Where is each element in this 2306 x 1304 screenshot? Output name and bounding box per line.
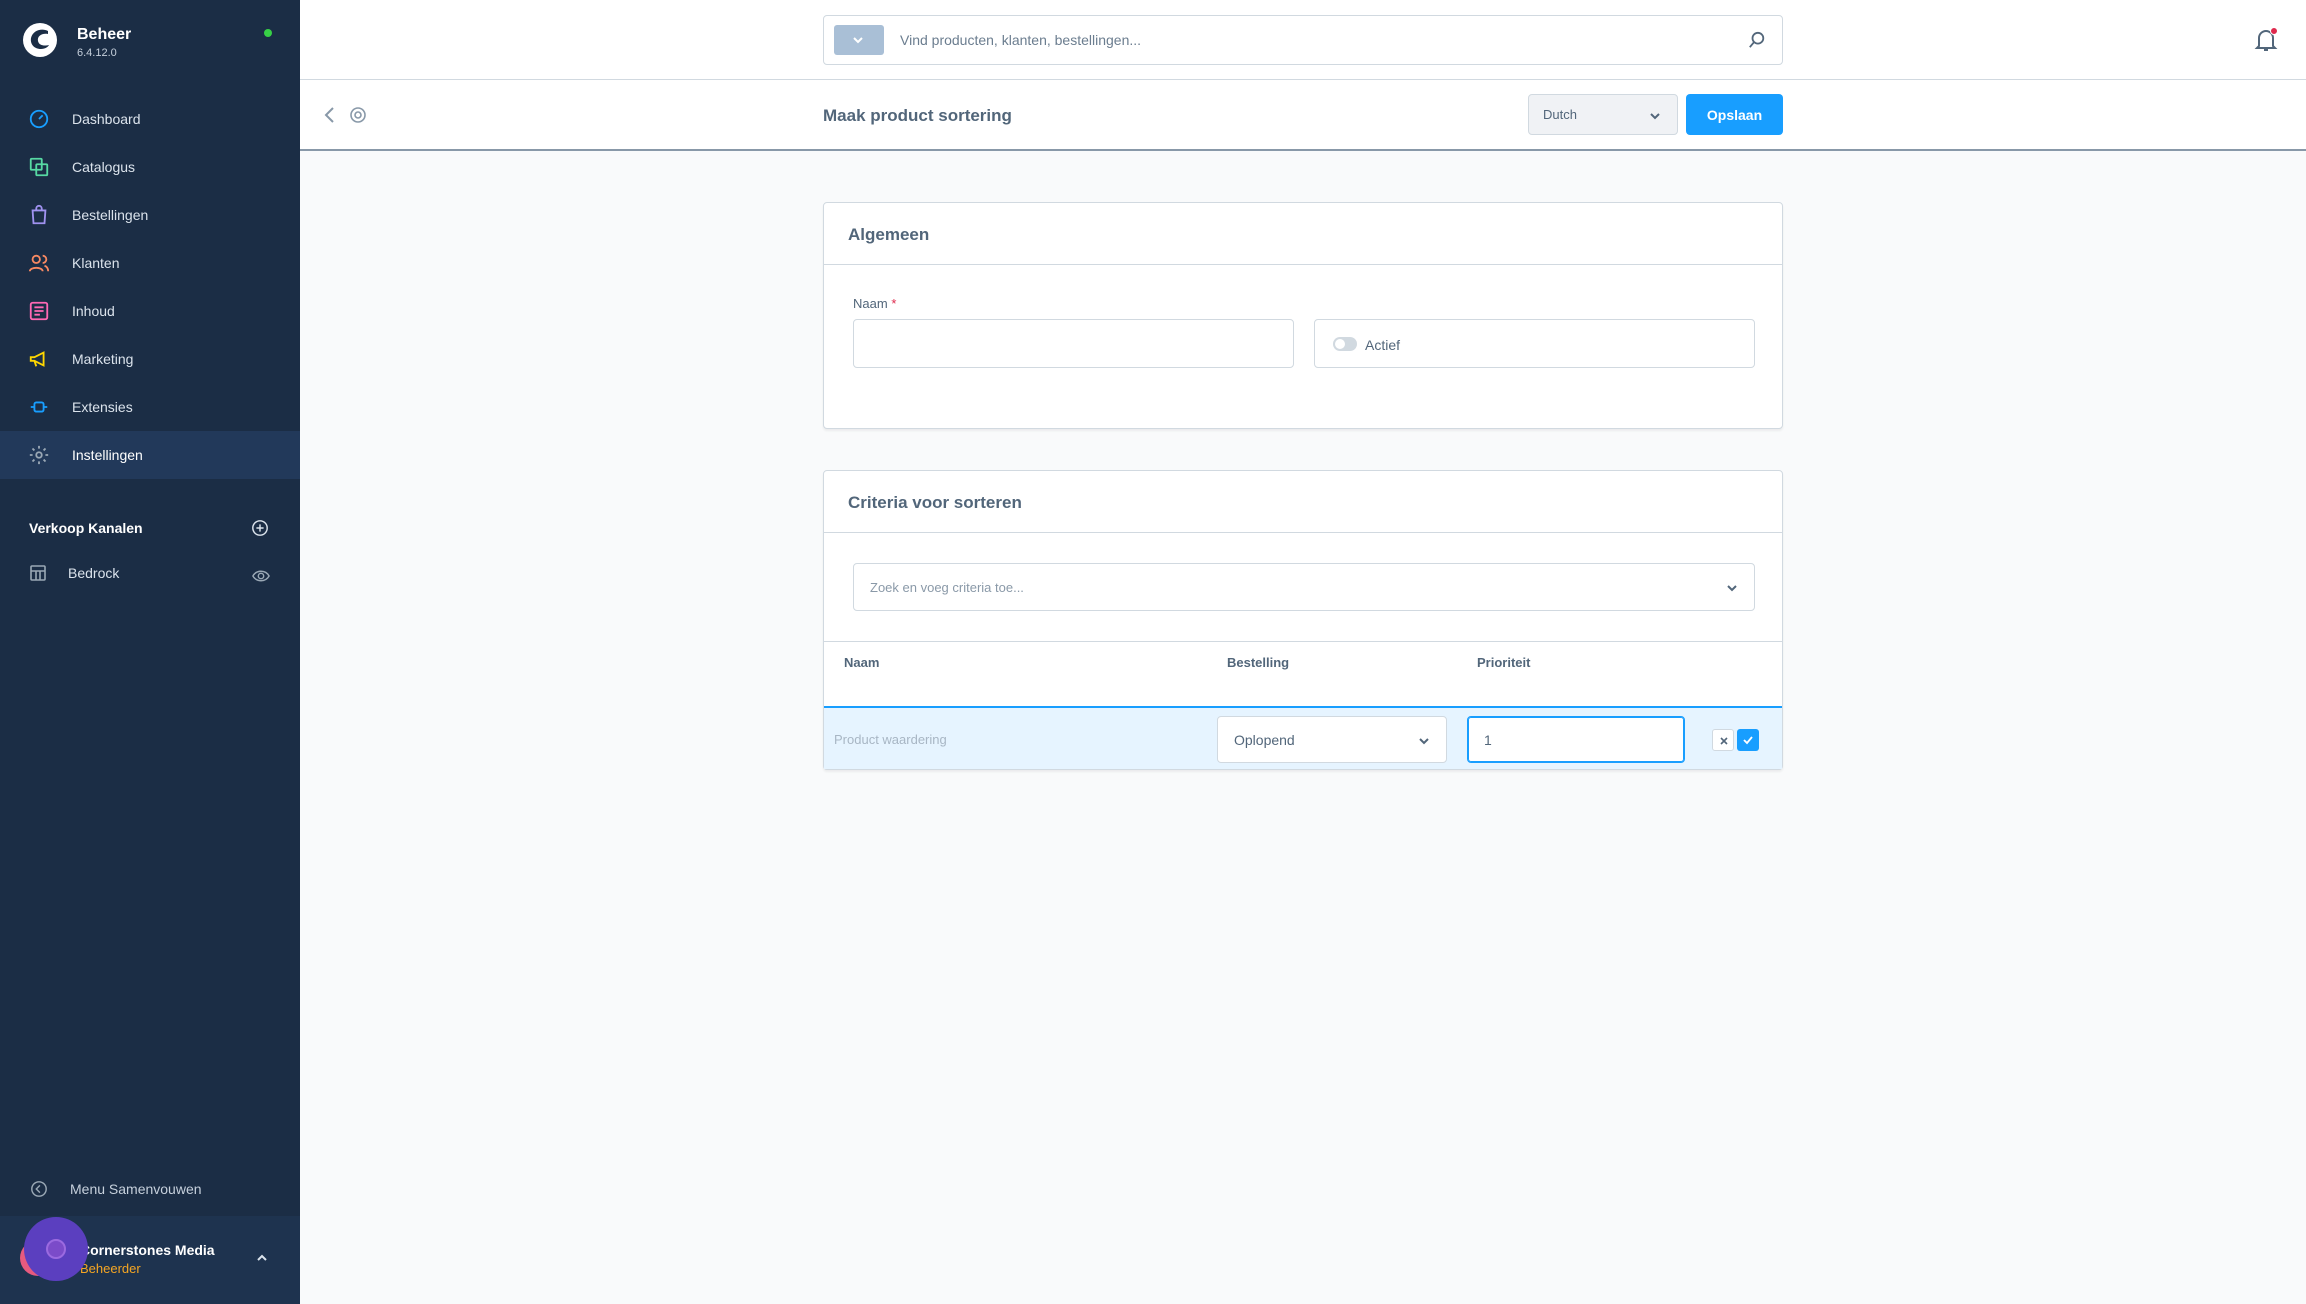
page-title: Maak product sortering bbox=[823, 106, 1012, 125]
brand-title: Beheer bbox=[77, 26, 132, 43]
admin-sidebar: Beheer 6.4.12.0 Dashboard Catalogus Best… bbox=[0, 0, 300, 1304]
criteria-search-placeholder: Zoek en voeg criteria toe... bbox=[870, 580, 1024, 595]
search-icon[interactable] bbox=[1748, 31, 1766, 49]
column-header-priority[interactable]: Prioriteit bbox=[1477, 655, 1530, 670]
criteria-table-header: Naam Bestelling Prioriteit bbox=[824, 641, 1782, 676]
nav-label: Marketing bbox=[72, 351, 134, 367]
shopware-logo-icon[interactable] bbox=[22, 22, 58, 58]
gear-icon bbox=[29, 445, 49, 465]
column-header-order[interactable]: Bestelling bbox=[1227, 655, 1289, 670]
order-direction-select[interactable]: Oplopend bbox=[1217, 716, 1447, 763]
cancel-inline-edit-button[interactable] bbox=[1712, 729, 1734, 751]
card-title: Criteria voor sorteren bbox=[848, 493, 1022, 512]
card-divider bbox=[824, 532, 1782, 533]
version-label: 6.4.12.0 bbox=[77, 47, 117, 59]
nav-label: Instellingen bbox=[72, 447, 143, 463]
catalog-icon bbox=[29, 157, 49, 177]
collapse-menu-button[interactable]: Menu Samenvouwen bbox=[30, 1180, 202, 1198]
customers-icon bbox=[28, 254, 50, 272]
sorting-criteria-card: Criteria voor sorteren Zoek en voeg crit… bbox=[823, 470, 1783, 770]
name-field-label: Naam * bbox=[853, 296, 897, 311]
content-icon bbox=[29, 301, 49, 321]
chevron-down-icon bbox=[1650, 113, 1660, 120]
global-search bbox=[823, 15, 1783, 65]
help-assistant-button[interactable] bbox=[24, 1217, 88, 1281]
general-card: Algemeen Naam * Actief bbox=[823, 202, 1783, 429]
card-divider bbox=[824, 264, 1782, 265]
chevron-down-icon bbox=[1727, 585, 1737, 592]
table-row[interactable]: Product waardering Oplopend bbox=[824, 706, 1782, 769]
nav-item-dashboard[interactable]: Dashboard bbox=[0, 95, 300, 143]
confirm-inline-edit-button[interactable] bbox=[1737, 729, 1759, 751]
sales-channels-heading: Verkoop Kanalen bbox=[29, 520, 143, 536]
name-field[interactable] bbox=[853, 319, 1294, 368]
required-mark: * bbox=[891, 296, 897, 311]
gear-icon[interactable] bbox=[348, 105, 368, 125]
chevron-down-icon bbox=[853, 37, 863, 44]
save-button[interactable]: Opslaan bbox=[1686, 94, 1783, 135]
collapse-label: Menu Samenvouwen bbox=[70, 1181, 202, 1197]
nav-label: Dashboard bbox=[72, 111, 141, 127]
nav-item-customers[interactable]: Klanten bbox=[0, 239, 300, 287]
language-value: Dutch bbox=[1543, 107, 1577, 122]
user-name: Cornerstones Media bbox=[80, 1242, 215, 1258]
notification-badge bbox=[2270, 27, 2278, 35]
active-toggle[interactable] bbox=[1333, 337, 1357, 351]
main-navigation: Dashboard Catalogus Bestellingen Klanten… bbox=[0, 95, 300, 479]
notifications-button[interactable] bbox=[2254, 27, 2278, 53]
plug-icon bbox=[30, 401, 48, 413]
sales-channel-bedrock[interactable]: Bedrock bbox=[28, 563, 119, 583]
nav-label: Inhoud bbox=[72, 303, 115, 319]
nav-item-settings[interactable]: Instellingen bbox=[0, 431, 300, 479]
online-status-indicator bbox=[264, 29, 272, 37]
nav-item-marketing[interactable]: Marketing bbox=[0, 335, 300, 383]
nav-label: Catalogus bbox=[72, 159, 136, 175]
collapse-icon bbox=[31, 1181, 47, 1197]
back-arrow-icon[interactable] bbox=[322, 106, 338, 124]
nav-label: Extensies bbox=[72, 399, 133, 415]
language-switch[interactable]: Dutch bbox=[1528, 94, 1678, 135]
sales-channel-label: Bedrock bbox=[68, 565, 120, 581]
user-role: Beheerder bbox=[80, 1261, 141, 1276]
nav-item-orders[interactable]: Bestellingen bbox=[0, 191, 300, 239]
megaphone-icon bbox=[29, 351, 45, 367]
checkmark-icon bbox=[1743, 736, 1753, 745]
storefront-icon bbox=[30, 565, 46, 581]
row-criteria-name: Product waardering bbox=[834, 732, 947, 747]
top-bar bbox=[300, 0, 2306, 80]
card-title: Algemeen bbox=[848, 225, 930, 244]
assistant-icon bbox=[46, 1239, 66, 1259]
column-header-name[interactable]: Naam bbox=[844, 655, 879, 670]
priority-input[interactable] bbox=[1467, 716, 1685, 763]
nav-item-extensions[interactable]: Extensies bbox=[0, 383, 300, 431]
chevron-up-icon[interactable] bbox=[254, 1250, 270, 1266]
chevron-down-icon bbox=[1419, 738, 1429, 745]
nav-label: Klanten bbox=[72, 255, 120, 271]
search-input[interactable] bbox=[898, 22, 1718, 58]
shopping-bag-icon bbox=[31, 204, 47, 225]
nav-item-content[interactable]: Inhoud bbox=[0, 287, 300, 335]
dashboard-icon bbox=[29, 109, 49, 129]
active-switch-field[interactable]: Actief bbox=[1314, 319, 1755, 368]
search-type-dropdown[interactable] bbox=[834, 25, 884, 55]
active-label: Actief bbox=[1365, 337, 1401, 353]
eye-icon[interactable] bbox=[252, 567, 270, 585]
smart-bar: Maak product sortering Dutch Opslaan bbox=[300, 80, 2306, 151]
nav-item-catalog[interactable]: Catalogus bbox=[0, 143, 300, 191]
nav-label: Bestellingen bbox=[72, 207, 149, 223]
criteria-search-select[interactable]: Zoek en voeg criteria toe... bbox=[853, 563, 1755, 611]
order-direction-value: Oplopend bbox=[1234, 732, 1295, 748]
add-sales-channel-icon[interactable] bbox=[251, 519, 269, 537]
close-icon bbox=[1720, 737, 1728, 745]
